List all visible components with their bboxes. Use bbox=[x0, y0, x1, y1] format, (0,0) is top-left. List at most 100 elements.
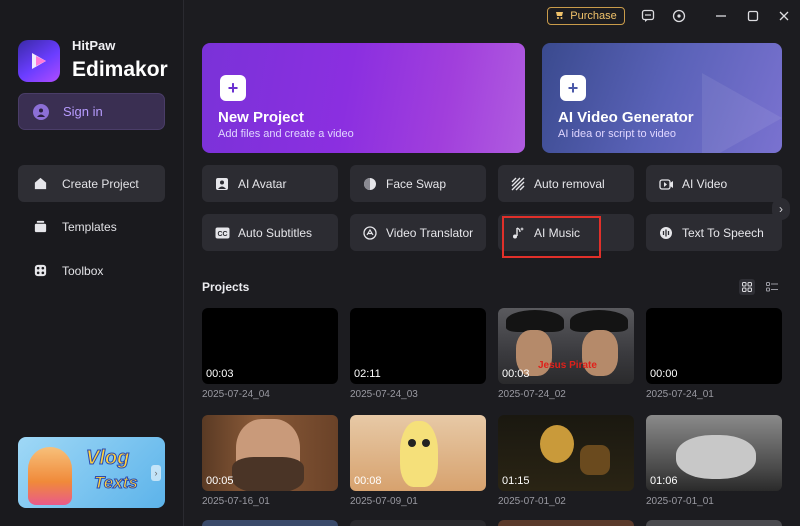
plus-icon: + bbox=[220, 75, 246, 101]
settings-icon[interactable] bbox=[671, 8, 687, 24]
sidebar-item-label: Toolbox bbox=[62, 263, 104, 278]
speech-icon bbox=[658, 225, 674, 241]
sidebar-item-label: Templates bbox=[62, 219, 117, 234]
project-duration: 00:00 bbox=[650, 368, 678, 380]
tool-face-swap[interactable]: Face Swap bbox=[350, 165, 486, 202]
avatar-icon bbox=[214, 176, 230, 192]
edimakor-logo-icon bbox=[18, 40, 60, 82]
maximize-icon[interactable] bbox=[745, 8, 761, 24]
auto-removal-icon bbox=[510, 176, 526, 192]
tool-auto-removal[interactable]: Auto removal bbox=[498, 165, 634, 202]
tool-label: Face Swap bbox=[386, 176, 447, 191]
banner-next-icon[interactable]: › bbox=[151, 465, 161, 481]
project-thumbnail[interactable]: Jesus Pirate 00:03 bbox=[498, 308, 634, 384]
feedback-icon[interactable] bbox=[640, 8, 656, 24]
tool-ai-video[interactable]: AI Video bbox=[646, 165, 782, 202]
project-duration: 02:11 bbox=[354, 368, 381, 380]
project-duration: 00:03 bbox=[206, 368, 234, 380]
project-thumbnail-partial[interactable] bbox=[202, 520, 338, 526]
project-thumbnail-partial[interactable] bbox=[350, 520, 486, 526]
tool-label: Auto removal bbox=[534, 176, 605, 191]
project-name: 2025-07-09_01 bbox=[350, 496, 418, 507]
guitar-image bbox=[580, 445, 610, 475]
project-thumbnail-partial[interactable] bbox=[646, 520, 782, 526]
brand-name-main: Edimakor bbox=[72, 58, 168, 81]
minimize-icon[interactable] bbox=[713, 8, 729, 24]
svg-text:CC: CC bbox=[217, 231, 227, 238]
close-icon[interactable] bbox=[776, 8, 792, 24]
project-thumbnail[interactable]: 00:00 bbox=[646, 308, 782, 384]
project-thumbnail[interactable]: 00:03 bbox=[202, 308, 338, 384]
card-subtitle: AI idea or script to video bbox=[558, 128, 677, 140]
project-duration: 00:05 bbox=[206, 475, 234, 487]
brand-name-top: HitPaw bbox=[72, 38, 116, 53]
project-thumbnail[interactable]: 00:05 bbox=[202, 415, 338, 491]
cart-icon bbox=[555, 10, 565, 23]
sign-in-button[interactable]: Sign in bbox=[18, 93, 165, 130]
sidebar: HitPaw Edimakor Sign in Create Project T… bbox=[0, 0, 184, 526]
emoji-face-image bbox=[540, 425, 574, 463]
card-title: New Project bbox=[218, 109, 304, 126]
project-duration: 00:03 bbox=[502, 368, 530, 380]
project-overlay-text: Jesus Pirate bbox=[538, 360, 597, 371]
banana-character-image bbox=[400, 421, 438, 487]
tool-auto-subtitles[interactable]: CC Auto Subtitles bbox=[202, 214, 338, 251]
tool-label: Text To Speech bbox=[682, 225, 764, 240]
banana-eye-right bbox=[422, 439, 430, 447]
ai-video-generator-card[interactable]: + AI Video Generator AI idea or script t… bbox=[542, 43, 782, 153]
templates-icon bbox=[32, 219, 48, 235]
tool-ai-avatar[interactable]: AI Avatar bbox=[202, 165, 338, 202]
tool-label: AI Video bbox=[682, 176, 728, 191]
home-icon bbox=[32, 176, 48, 192]
projects-heading: Projects bbox=[202, 280, 250, 294]
sidebar-item-toolbox[interactable]: Toolbox bbox=[18, 252, 165, 289]
banner-character-image bbox=[28, 447, 72, 505]
pirate-hat-left bbox=[506, 310, 564, 332]
cc-icon: CC bbox=[214, 225, 230, 241]
project-name: 2025-07-16_01 bbox=[202, 496, 270, 507]
project-thumbnail[interactable]: 02:11 bbox=[350, 308, 486, 384]
tool-label: Video Translator bbox=[386, 225, 474, 240]
face-swap-icon bbox=[362, 176, 378, 192]
toolbox-icon bbox=[32, 263, 48, 279]
play-watermark-icon bbox=[702, 73, 782, 153]
cat-image bbox=[676, 435, 756, 479]
sidebar-item-create-project[interactable]: Create Project bbox=[18, 165, 165, 202]
purchase-label: Purchase bbox=[570, 10, 617, 22]
project-name: 2025-07-24_04 bbox=[202, 389, 270, 400]
card-title: AI Video Generator bbox=[558, 109, 694, 126]
list-view-icon[interactable] bbox=[764, 279, 780, 295]
plus-icon: + bbox=[560, 75, 586, 101]
sidebar-item-templates[interactable]: Templates bbox=[18, 208, 165, 245]
tool-label: AI Avatar bbox=[238, 176, 287, 191]
project-name: 2025-07-24_03 bbox=[350, 389, 418, 400]
grid-view-icon[interactable] bbox=[739, 279, 755, 295]
project-name: 2025-07-24_02 bbox=[498, 389, 566, 400]
project-name: 2025-07-01_01 bbox=[646, 496, 714, 507]
project-name: 2025-07-01_02 bbox=[498, 496, 566, 507]
ai-music-highlight-box bbox=[502, 216, 601, 258]
project-thumbnail[interactable]: 01:15 bbox=[498, 415, 634, 491]
beard-image bbox=[232, 457, 304, 491]
banner-line2: Texts bbox=[94, 473, 139, 493]
tool-text-to-speech[interactable]: Text To Speech bbox=[646, 214, 782, 251]
project-name: 2025-07-24_01 bbox=[646, 389, 714, 400]
user-icon bbox=[33, 103, 49, 120]
tool-video-translator[interactable]: Video Translator bbox=[350, 214, 486, 251]
project-thumbnail[interactable]: 01:06 bbox=[646, 415, 782, 491]
project-duration: 01:06 bbox=[650, 475, 678, 487]
new-project-card[interactable]: + New Project Add files and create a vid… bbox=[202, 43, 525, 153]
translate-icon bbox=[362, 225, 378, 241]
banner-line1: Vlog bbox=[85, 447, 130, 470]
project-thumbnail[interactable]: 00:08 bbox=[350, 415, 486, 491]
project-duration: 00:08 bbox=[354, 475, 382, 487]
purchase-button[interactable]: Purchase bbox=[547, 7, 625, 25]
banana-eye-left bbox=[408, 439, 416, 447]
project-duration: 01:15 bbox=[502, 475, 530, 487]
ai-video-icon bbox=[658, 176, 674, 192]
sidebar-item-label: Create Project bbox=[62, 176, 139, 191]
project-thumbnail-partial[interactable] bbox=[498, 520, 634, 526]
sign-in-label: Sign in bbox=[63, 104, 103, 119]
vlog-texts-banner[interactable]: Vlog Texts › bbox=[18, 437, 165, 508]
pirate-hat-right bbox=[570, 310, 628, 332]
